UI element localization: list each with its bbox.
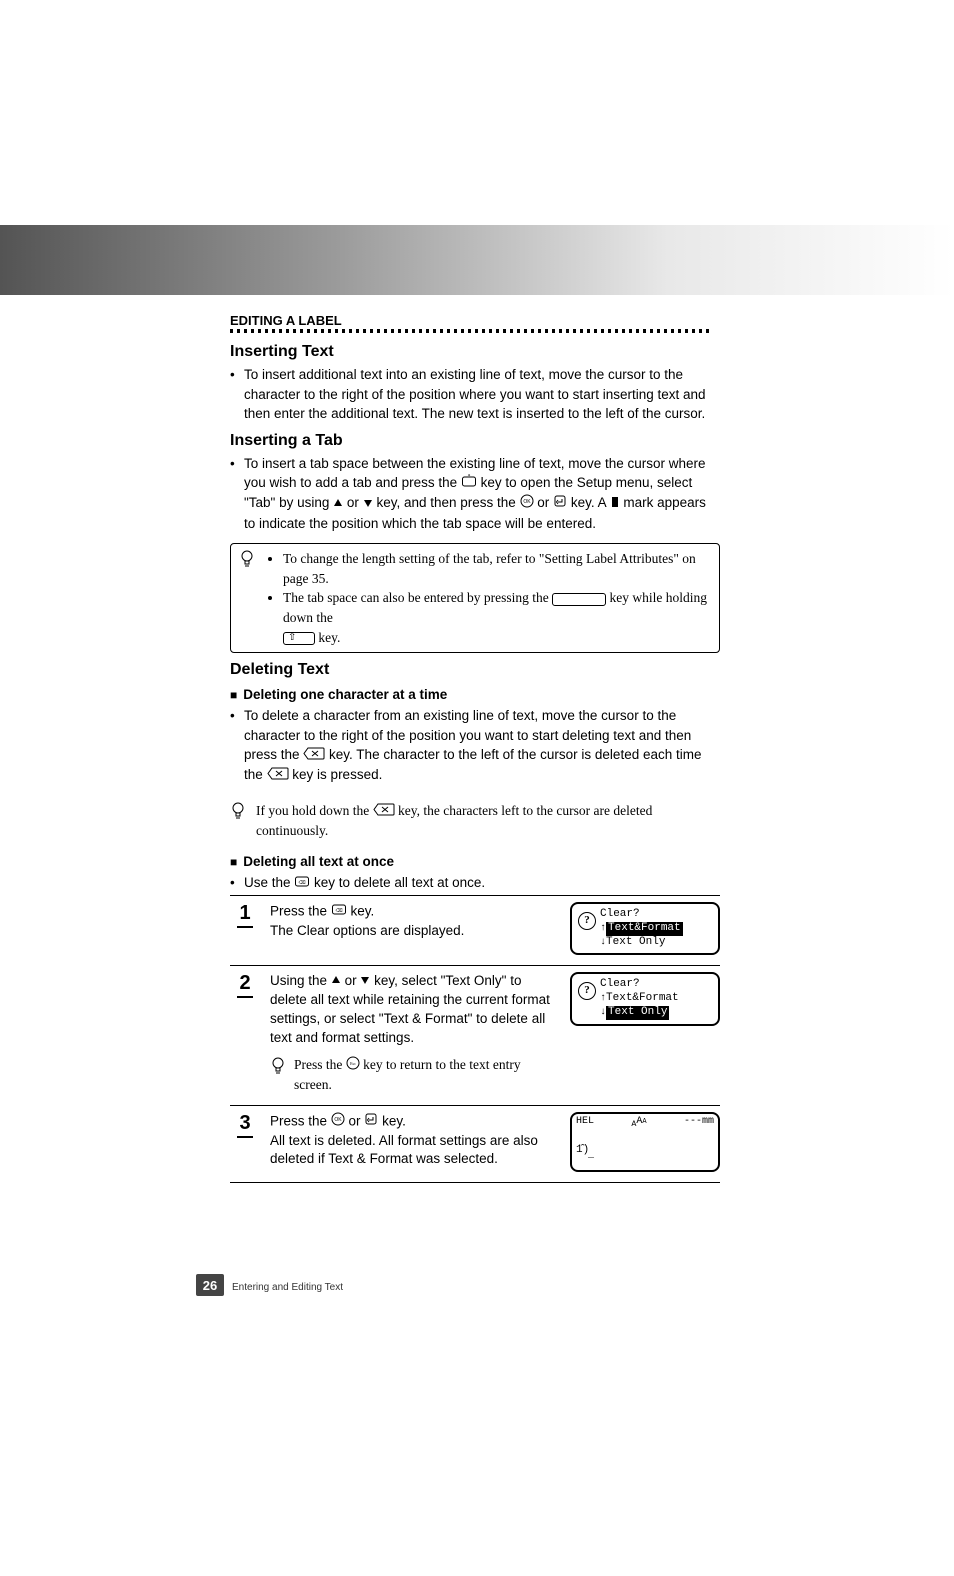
backspace-key-icon <box>373 802 395 822</box>
text-fragment: or <box>537 495 553 510</box>
text-fragment: or <box>345 973 361 988</box>
setup-key-icon: ✦ <box>461 474 477 494</box>
heading-inserting-text: Inserting Text <box>230 343 720 361</box>
lcd-option-selected: Text Only <box>606 1006 669 1020</box>
section-label: EDITING A LABEL <box>230 313 720 328</box>
heading-inserting-tab: Inserting a Tab <box>230 432 720 450</box>
step-number: 1 <box>237 902 252 928</box>
svg-text:Esc: Esc <box>350 1061 356 1066</box>
ok-key-icon: OK <box>520 494 534 514</box>
lcd-title: Clear? <box>600 978 712 992</box>
lightbulb-icon <box>239 549 257 575</box>
step-row: 1 Press the ⌫ key. The Clear options are… <box>230 895 720 966</box>
text-fragment: Press the <box>270 1113 331 1128</box>
lcd-option: Text Only <box>606 936 665 948</box>
svg-text:⌫: ⌫ <box>335 908 342 914</box>
blank-key-icon <box>552 593 606 606</box>
down-triangle-icon <box>363 494 373 514</box>
bullet-delete-all: • Use the ⌫ key to delete all text at on… <box>230 873 720 893</box>
clear-key-icon: ⌫ <box>294 874 310 894</box>
text-fragment: key is pressed. <box>292 767 382 782</box>
lcd-display: ? Clear? Text&Format Text Only <box>570 902 720 955</box>
text-fragment: key. <box>351 904 375 919</box>
enter-key-icon <box>364 1112 378 1132</box>
square-bullet-icon: ■ <box>230 855 237 869</box>
text-fragment: Using the <box>270 973 331 988</box>
text-fragment: key to delete all text at once. <box>314 875 485 890</box>
clear-key-icon: ⌫ <box>331 902 347 922</box>
lcd-size-label: AAA <box>631 1116 646 1129</box>
svg-text:OK: OK <box>523 499 531 505</box>
question-icon: ? <box>578 982 596 1000</box>
lcd-font-label: HEL <box>576 1116 594 1129</box>
backspace-key-icon <box>303 746 325 766</box>
note-box-tab: To change the length setting of the tab,… <box>230 543 720 653</box>
note-delete-hold: If you hold down the key, the characters… <box>230 796 720 846</box>
tab-mark-icon <box>610 494 620 514</box>
text-fragment: key, and then press the <box>376 495 519 510</box>
text-fragment: key. A <box>571 495 610 510</box>
gradient-banner <box>0 225 954 295</box>
up-triangle-icon <box>333 494 343 514</box>
lcd-display: ? Clear? Text&Format Text Only <box>570 972 720 1025</box>
step-row: 3 Press the OK or key. All text is delet… <box>230 1106 720 1183</box>
square-bullet-icon: ■ <box>230 688 237 702</box>
ok-key-icon: OK <box>331 1112 345 1132</box>
text-fragment: or <box>347 495 363 510</box>
note-item: The tab space can also be entered by pre… <box>283 588 711 647</box>
step-number: 3 <box>237 1112 252 1138</box>
running-title: Entering and Editing Text <box>232 1282 343 1293</box>
lcd-option-selected: Text&Format <box>606 922 683 936</box>
cursor-icon: _ <box>588 1150 594 1161</box>
step-row: 2 Using the or key, select "Text Only" t… <box>230 966 720 1105</box>
subheading-delete-all: ■Deleting all text at once <box>230 854 720 869</box>
lightbulb-icon <box>230 801 248 827</box>
text-fragment: key. <box>382 1113 406 1128</box>
lcd-display-empty: HEL AAA ---mm 1̂) _ <box>570 1112 720 1172</box>
bullet-delete-one: • To delete a character from an existing… <box>230 706 720 786</box>
enter-key-icon <box>553 494 567 514</box>
text-fragment: Use the <box>244 875 294 890</box>
down-triangle-icon <box>360 972 370 991</box>
bullet-text: To insert additional text into an existi… <box>244 365 720 424</box>
note-item: To change the length setting of the tab,… <box>283 549 711 588</box>
text-fragment: Press the <box>270 904 331 919</box>
backspace-key-icon <box>267 766 289 786</box>
lightbulb-icon <box>270 1056 286 1082</box>
page-number-badge: 26 <box>196 1274 224 1296</box>
bullet-inserting-tab: • To insert a tab space between the exis… <box>230 454 720 534</box>
lcd-option: Text&Format <box>606 992 679 1004</box>
question-icon: ? <box>578 912 596 930</box>
up-triangle-icon <box>331 972 341 991</box>
shift-key-icon <box>283 632 315 645</box>
lcd-title: Clear? <box>600 908 712 922</box>
dotted-rule <box>230 329 710 333</box>
text-fragment: The Clear options are displayed. <box>270 923 464 938</box>
bullet-inserting-text: • To insert additional text into an exis… <box>230 365 720 424</box>
lcd-length-label: ---mm <box>684 1116 714 1129</box>
text-fragment: or <box>349 1113 365 1128</box>
svg-text:⌫: ⌫ <box>299 880 306 886</box>
subheading-delete-one: ■Deleting one character at a time <box>230 687 720 702</box>
heading-deleting-text: Deleting Text <box>230 661 720 679</box>
svg-text:OK: OK <box>334 1117 342 1123</box>
sub-note: Press the Esc key to return to the text … <box>270 1056 560 1095</box>
step-number: 2 <box>237 972 252 998</box>
esc-key-icon: Esc <box>346 1056 360 1076</box>
text-fragment: All text is deleted. All format settings… <box>270 1133 538 1167</box>
